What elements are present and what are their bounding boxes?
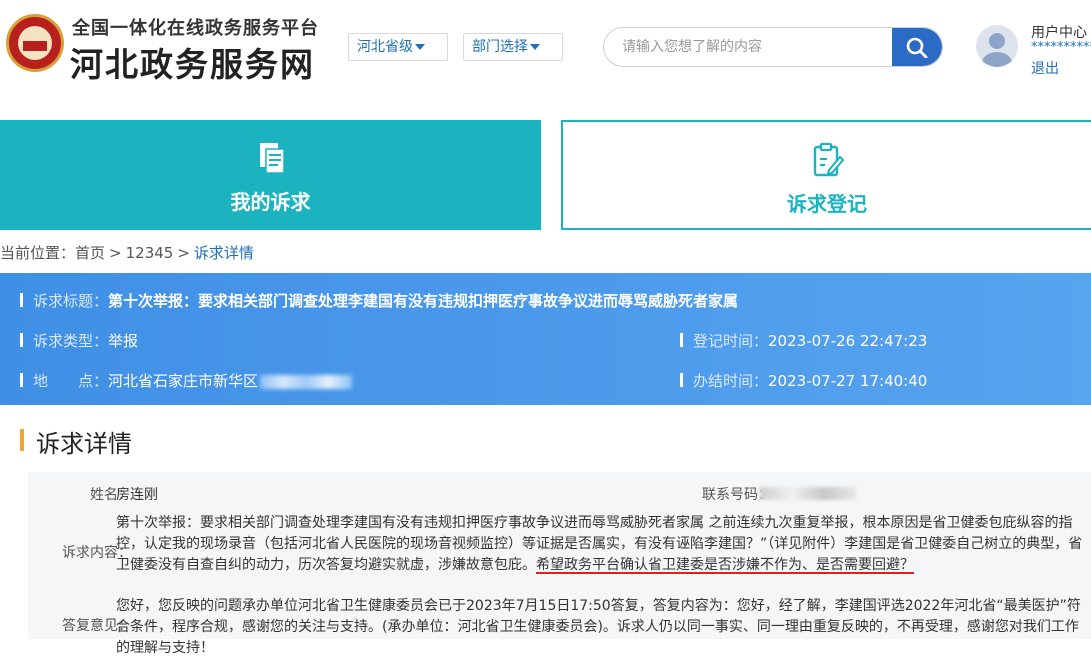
breadcrumb-separator: >	[177, 244, 190, 262]
request-place-value: 河北省石家庄市新华区	[108, 372, 259, 390]
breadcrumb-separator: >	[109, 244, 122, 262]
department-select-label: 部门选择	[472, 39, 528, 55]
tab-register-request[interactable]: 诉求登记	[561, 120, 1091, 230]
register-time-label: 登记时间：	[693, 332, 769, 350]
document-icon	[259, 143, 285, 174]
user-center-link[interactable]: 用户中心	[1031, 22, 1087, 42]
reply-text: 您好，您反映的问题承办单位河北省卫生健康委员会已于2023年7月15日17:50…	[116, 598, 1081, 656]
breadcrumb-12345[interactable]: 12345	[126, 244, 174, 262]
phone-value-redacted	[760, 485, 856, 501]
tab-my-requests[interactable]: 我的诉求	[0, 120, 541, 230]
content-underlined: 希望政务平台确认省卫建委是否涉嫌不作为、是否需要回避？	[536, 557, 914, 573]
breadcrumb-prefix: 当前位置：	[0, 244, 76, 262]
site-header: 全国一体化在线政务服务平台 河北政务服务网 河北省级 部门选择 用户中心 ***…	[0, 0, 1091, 100]
row-marker	[20, 333, 23, 347]
request-type-row: 诉求类型：举报	[20, 330, 138, 351]
request-summary-panel: 诉求标题：第十次举报：要求相关部门调查处理李建国有没有违规扣押医疗事故争议进而辱…	[0, 273, 1091, 405]
site-title[interactable]: 河北政务服务网	[70, 38, 315, 86]
search-icon	[906, 37, 928, 58]
request-title-row: 诉求标题：第十次举报：要求相关部门调查处理李建国有没有违规扣押医疗事故争议进而辱…	[20, 290, 738, 311]
row-marker	[20, 293, 23, 307]
redacted-phone	[760, 486, 856, 500]
request-type-label: 诉求类型：	[33, 332, 109, 350]
name-value: 房连刚	[116, 487, 158, 503]
request-place-row: 地 点：河北省石家庄市新华区	[20, 370, 353, 391]
site-subtitle: 全国一体化在线政务服务平台	[72, 18, 319, 39]
breadcrumb: 当前位置：首页 >12345 > 诉求详情	[0, 242, 254, 263]
tab-register-request-label: 诉求登记	[787, 192, 867, 216]
row-marker	[680, 373, 683, 387]
department-select[interactable]: 部门选择	[463, 33, 563, 61]
province-select[interactable]: 河北省级	[348, 33, 448, 61]
row-marker	[680, 333, 683, 347]
completion-time-value: 2023-07-27 17:40:40	[768, 372, 928, 390]
great-wall-icon	[23, 41, 47, 51]
search-box	[603, 27, 943, 67]
section-accent-bar	[20, 429, 24, 451]
content-text: 第十次举报：要求相关部门调查处理李建国有没有违规扣押医疗事故争议进而辱骂威胁死者…	[116, 513, 1084, 576]
register-time-row: 登记时间：2023-07-26 22:47:23	[680, 330, 927, 351]
caret-down-icon	[415, 44, 425, 50]
user-name: **********	[1031, 40, 1091, 55]
tab-my-requests-label: 我的诉求	[230, 190, 311, 214]
request-title-value: 第十次举报：要求相关部门调查处理李建国有没有违规扣押医疗事故争议进而辱骂威胁死者…	[108, 292, 739, 310]
caret-down-icon	[530, 44, 540, 50]
request-detail-panel: 姓名： 房连刚 联系号码： 诉求内容： 第十次举报：要求相关部门调查处理李建国有…	[28, 472, 1091, 656]
province-select-label: 河北省级	[357, 39, 413, 55]
phone-label: 联系号码：	[702, 487, 772, 503]
avatar[interactable]	[976, 25, 1018, 67]
clipboard-edit-icon	[813, 142, 845, 177]
logout-link[interactable]: 退出	[1031, 58, 1059, 78]
search-input[interactable]	[604, 28, 894, 66]
breadcrumb-current: 诉求详情	[193, 244, 254, 262]
row-marker	[20, 373, 23, 387]
register-time-value: 2023-07-26 22:47:23	[768, 332, 928, 350]
search-button[interactable]	[892, 28, 942, 66]
request-type-value: 举报	[108, 332, 139, 350]
completion-time-row: 办结时间：2023-07-27 17:40:40	[680, 370, 927, 391]
request-place-label: 地 点：	[33, 372, 109, 390]
user-avatar-icon	[982, 33, 1012, 67]
request-title-label: 诉求标题：	[33, 292, 109, 310]
completion-time-label: 办结时间：	[693, 372, 769, 390]
breadcrumb-home[interactable]: 首页	[75, 244, 105, 262]
redacted-address	[260, 374, 353, 389]
site-logo[interactable]	[6, 14, 64, 72]
section-title: 诉求详情	[36, 430, 132, 458]
